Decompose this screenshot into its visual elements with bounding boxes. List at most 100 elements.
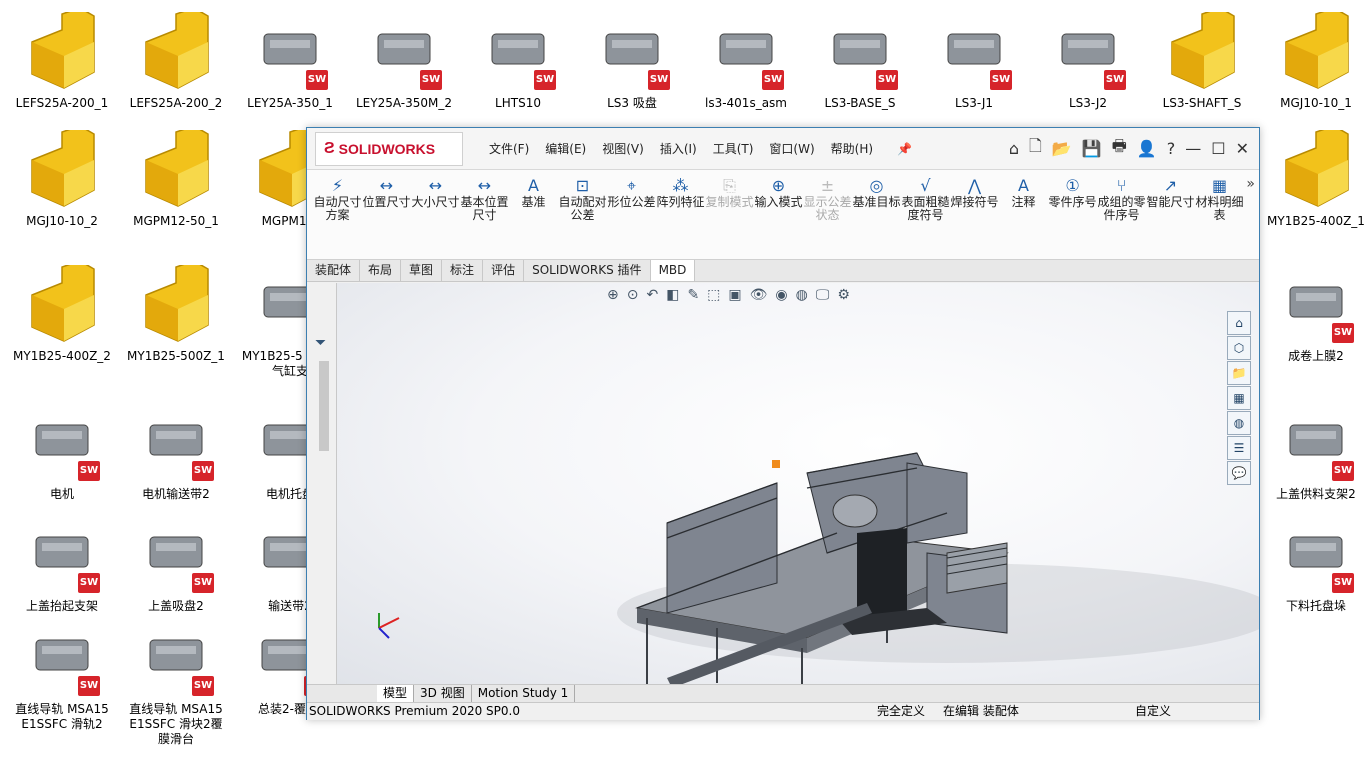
input-icon: ⊕	[771, 176, 786, 195]
forum-icon[interactable]: 💬	[1227, 461, 1251, 485]
ribbon-button[interactable]: √ 表面粗糙度符号	[901, 176, 950, 222]
custom-properties-icon[interactable]: ☰	[1227, 436, 1251, 460]
save-icon[interactable]: 💾	[1082, 139, 1102, 158]
ribbon-button[interactable]: A 注释	[999, 176, 1048, 209]
desktop-icon-label: LS3-SHAFT_S	[1162, 96, 1242, 110]
assembly-model[interactable]	[307, 283, 1259, 684]
part-file-icon: SW	[706, 12, 786, 92]
print-icon[interactable]: 🖶	[1112, 135, 1127, 162]
desktop-icon[interactable]: SW LS3 吸盘	[582, 12, 682, 111]
desktop-icon-label: MY1B25-400Z_1	[1267, 214, 1365, 228]
view-palette-icon[interactable]: ▦	[1227, 386, 1251, 410]
command-tabs: 装配体 布局 草图 标注 评估 SOLIDWORKS 插件 MBD	[307, 260, 1259, 282]
ribbon-button[interactable]: ⑂ 成组的零件序号	[1097, 176, 1146, 222]
menu-tools[interactable]: 工具(T)	[713, 140, 754, 157]
solidworks-badge-icon: SW	[192, 676, 214, 696]
close-icon[interactable]: ✕	[1236, 139, 1249, 158]
file-explorer-icon[interactable]: 📁	[1227, 361, 1251, 385]
menu-window[interactable]: 窗口(W)	[769, 140, 814, 157]
desktop-icon[interactable]: MGJ10-10_2	[12, 125, 112, 229]
command-tab[interactable]: 评估	[483, 260, 525, 281]
ribbon-button[interactable]: ▦ 材料明细表	[1195, 176, 1244, 222]
desktop-icon[interactable]: LEFS25A-200_1	[12, 7, 112, 111]
ribbon-button-label: 形位公差	[607, 195, 656, 209]
solidworks-badge-icon: SW	[420, 70, 442, 90]
maximize-icon[interactable]: ☐	[1211, 139, 1225, 158]
command-tab[interactable]: SOLIDWORKS 插件	[524, 260, 651, 281]
desktop-icon[interactable]: SW 上盖供料支架2	[1266, 403, 1366, 502]
ribbon-button[interactable]: ⌖ 形位公差	[607, 176, 656, 209]
command-tab[interactable]: MBD	[650, 260, 696, 281]
menu-help[interactable]: 帮助(H)	[831, 140, 873, 157]
desktop-icon[interactable]: LS3-SHAFT_S	[1152, 7, 1252, 111]
resources-home-icon[interactable]: ⌂	[1227, 311, 1251, 335]
desktop-icon[interactable]: SW 下料托盘垛	[1266, 515, 1366, 614]
command-tab[interactable]: 布局	[360, 260, 402, 281]
menu-file[interactable]: 文件(F)	[489, 140, 529, 157]
ribbon-more-icon[interactable]: »	[1246, 176, 1255, 192]
desktop-icon[interactable]: SW 成卷上膜2	[1266, 265, 1366, 364]
desktop-icon[interactable]: MY1B25-400Z_2	[12, 260, 112, 364]
desktop-icon-label: 电机输送带2	[142, 487, 210, 501]
ribbon-button[interactable]: ⊡ 自动配对公差	[558, 176, 607, 222]
desktop-icon[interactable]: SW 上盖吸盘2	[126, 515, 226, 614]
menu-edit[interactable]: 编辑(E)	[545, 140, 586, 157]
solidworks-logo[interactable]: Ƨ SOLIDWORKS	[315, 131, 463, 166]
help-icon[interactable]: ?	[1167, 139, 1176, 158]
desktop-icon[interactable]: MY1B25-500Z_1	[126, 260, 226, 364]
command-tab[interactable]: 装配体	[307, 260, 361, 281]
ribbon-button[interactable]: ◎ 基准目标	[852, 176, 901, 209]
status-custom[interactable]: 自定义	[1135, 703, 1171, 720]
desktop-icon[interactable]: SW ls3-401s_asm	[696, 12, 796, 111]
solidworks-badge-icon: SW	[876, 70, 898, 90]
desktop-icon-label: LHTS10	[495, 96, 541, 110]
command-tab[interactable]: 标注	[442, 260, 484, 281]
desktop-icon[interactable]: SW 直线导轨 MSA15E1SSFC 滑轨2	[12, 618, 112, 732]
ribbon-button[interactable]: ↔ 基本位置尺寸	[460, 176, 509, 222]
ribbon-button[interactable]: ± 显示公差状态	[803, 176, 852, 222]
appearances-icon[interactable]: ◍	[1227, 411, 1251, 435]
tab-3d-view[interactable]: 3D 视图	[414, 685, 472, 702]
bom-icon: ▦	[1211, 176, 1228, 195]
desktop-icon[interactable]: MY1B25-400Z_1	[1266, 125, 1366, 229]
ribbon-button[interactable]: ⎘ 复制模式	[705, 176, 754, 209]
desktop-icon[interactable]: SW LS3-J2	[1038, 12, 1138, 111]
home-icon[interactable]: ⌂	[1009, 139, 1019, 158]
ribbon-button[interactable]: ⚡ 自动尺寸方案	[313, 176, 362, 222]
ribbon-button[interactable]: ↗ 智能尺寸	[1146, 176, 1195, 209]
tab-motion-study[interactable]: Motion Study 1	[472, 685, 576, 702]
menu-insert[interactable]: 插入(I)	[660, 140, 697, 157]
tab-navigation-arrows[interactable]	[307, 685, 377, 702]
desktop-icon[interactable]: MGPM12-50_1	[126, 125, 226, 229]
user-icon[interactable]: 👤	[1137, 139, 1157, 158]
minimize-icon[interactable]: —	[1185, 139, 1201, 158]
desktop-icon[interactable]: LEFS25A-200_2	[126, 7, 226, 111]
desktop-icon[interactable]: SW LS3-J1	[924, 12, 1024, 111]
new-icon[interactable]: 🗋	[1029, 135, 1042, 162]
ribbon-button[interactable]: ⊕ 输入模式	[754, 176, 803, 209]
pin-icon[interactable]: 📌	[897, 142, 912, 156]
part-file-icon: SW	[22, 515, 102, 595]
ribbon-button[interactable]: ⋀ 焊接符号	[950, 176, 999, 209]
desktop-icon[interactable]: SW 电机	[12, 403, 112, 502]
ribbon-button[interactable]: ↔ 大小尺寸	[411, 176, 460, 209]
design-library-icon[interactable]: ⬡	[1227, 336, 1251, 360]
desktop-icon[interactable]: SW LHTS10	[468, 12, 568, 111]
open-icon[interactable]: 📂	[1052, 139, 1072, 158]
graphics-area[interactable]: ⏷ ⊕ ⊙ ↶ ◧ ✎ ⬚ ▣ 👁 ◉ ◍ 🖵 ⚙ ⌂ ⬡ 📁 ▦ ◍ ☰ 💬	[307, 283, 1259, 684]
ribbon-button[interactable]: ① 零件序号	[1048, 176, 1097, 209]
part-file-icon: SW	[1276, 515, 1356, 595]
desktop-icon[interactable]: SW 上盖抬起支架	[12, 515, 112, 614]
tab-model[interactable]: 模型	[377, 685, 415, 702]
desktop-icon[interactable]: SW LS3-BASE_S	[810, 12, 910, 111]
ribbon-button[interactable]: ↔ 位置尺寸	[362, 176, 411, 209]
desktop-icon[interactable]: SW LEY25A-350M_2	[354, 12, 454, 111]
menu-view[interactable]: 视图(V)	[602, 140, 644, 157]
ribbon-button[interactable]: ⁂ 阵列特征	[656, 176, 705, 209]
desktop-icon[interactable]: SW 电机输送带2	[126, 403, 226, 502]
desktop-icon[interactable]: MGJ10-10_1	[1266, 7, 1366, 111]
command-tab[interactable]: 草图	[401, 260, 443, 281]
desktop-icon[interactable]: SW LEY25A-350_1	[240, 12, 340, 111]
ribbon-button[interactable]: A 基准	[509, 176, 558, 209]
desktop-icon[interactable]: SW 直线导轨 MSA15E1SSFC 滑块2覆膜滑台	[126, 618, 226, 747]
